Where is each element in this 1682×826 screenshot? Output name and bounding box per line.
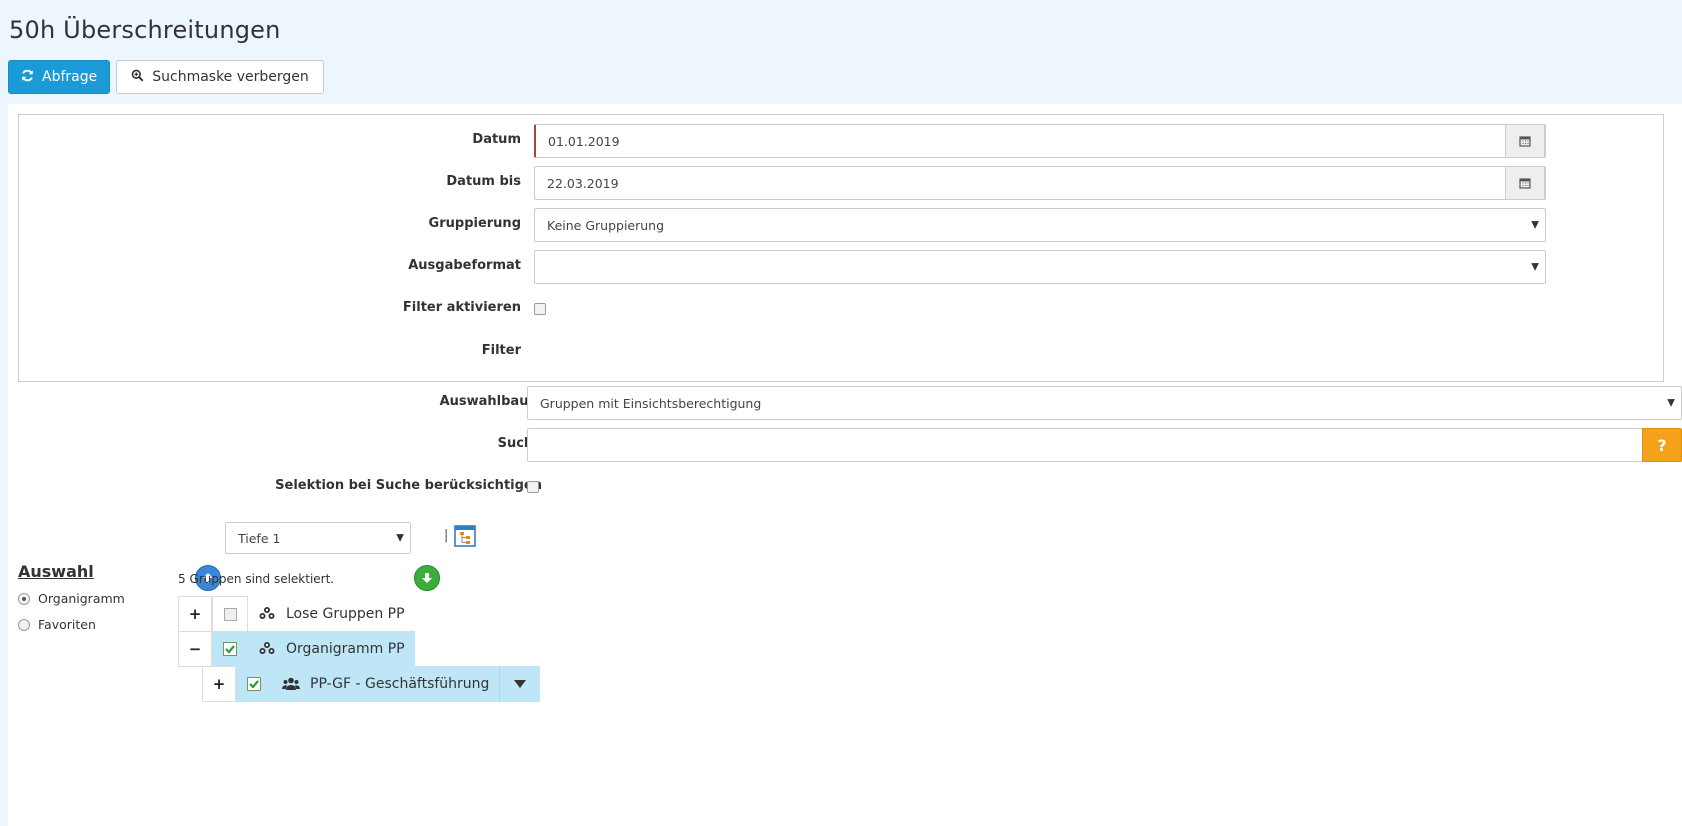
- tree-node-label: PP-GF - Geschäftsführung: [310, 676, 490, 692]
- groups-icon: [259, 607, 275, 619]
- expand-button[interactable]: +: [202, 666, 236, 702]
- output-format-label: Ausgabeformat: [408, 258, 521, 273]
- zoom-in-icon: [131, 69, 144, 86]
- filter-enable-checkbox[interactable]: [534, 303, 546, 315]
- tree-select[interactable]: Gruppen mit Einsichtsberechtigung ▼: [527, 386, 1682, 420]
- main-content: Datum 01.01.2019 Datum bis 22.03.2019 Gr…: [8, 104, 1682, 826]
- tree-node-content[interactable]: PP-GF - Geschäftsführung: [272, 666, 500, 702]
- grouping-select[interactable]: Keine Gruppierung ▼: [534, 208, 1546, 242]
- tree-node-checkbox[interactable]: [212, 596, 248, 632]
- date-label: Datum: [472, 132, 521, 147]
- chevron-down-icon: ▼: [1531, 261, 1539, 273]
- users-icon: [282, 677, 300, 690]
- query-button-label: Abfrage: [42, 69, 98, 85]
- radio-label: Organigramm: [38, 591, 125, 606]
- hide-search-button[interactable]: Suchmaske verbergen: [116, 60, 324, 94]
- caret-down-icon: [514, 680, 527, 688]
- date-calendar-button[interactable]: [1505, 124, 1545, 158]
- toolbar: Abfrage Suchmaske verbergen: [8, 60, 324, 94]
- refresh-icon: [21, 69, 34, 86]
- tree-node-label: Lose Gruppen PP: [286, 606, 405, 622]
- calendar-icon: [1519, 178, 1531, 189]
- radio-label: Favoriten: [38, 617, 96, 632]
- toolbar-separator: |: [444, 528, 449, 543]
- date-to-value: 22.03.2019: [547, 175, 619, 191]
- tree-value: Gruppen mit Einsichtsberechtigung: [540, 395, 762, 411]
- chevron-down-icon: ▼: [1531, 219, 1539, 231]
- groups-icon: [259, 642, 275, 654]
- search-help-button[interactable]: ?: [1642, 428, 1682, 462]
- filter-enable-label: Filter aktivieren: [402, 300, 521, 315]
- org-chart-icon[interactable]: [454, 525, 476, 547]
- radio-button[interactable]: [18, 618, 30, 631]
- checkbox-checked-icon: [223, 642, 237, 656]
- search-form-panel: Datum 01.01.2019 Datum bis 22.03.2019 Gr…: [18, 114, 1664, 382]
- tree-node-pp-gf[interactable]: + PP-GF - Geschäftsführung: [202, 666, 541, 702]
- date-value: 01.01.2019: [548, 133, 620, 149]
- radio-organigramm[interactable]: Organigramm: [18, 591, 125, 606]
- respect-selection-checkbox[interactable]: [527, 481, 539, 493]
- grouping-label: Gruppierung: [428, 216, 521, 231]
- expand-button[interactable]: +: [178, 596, 212, 632]
- calendar-icon: [1519, 136, 1531, 147]
- date-to-label: Datum bis: [446, 174, 521, 189]
- output-format-select[interactable]: ▼: [534, 250, 1546, 284]
- tree-node-content[interactable]: Lose Gruppen PP: [248, 596, 415, 632]
- query-button[interactable]: Abfrage: [8, 60, 111, 94]
- search-input[interactable]: [527, 428, 1643, 462]
- page-title: 50h Überschreitungen: [9, 16, 281, 44]
- tree-node-checkbox[interactable]: [236, 666, 272, 702]
- tree-node-checkbox[interactable]: [212, 631, 248, 667]
- radio-button[interactable]: [18, 592, 30, 605]
- date-input[interactable]: 01.01.2019: [534, 124, 1546, 158]
- depth-select[interactable]: Tiefe 1 ▼: [225, 522, 411, 554]
- depth-value: Tiefe 1: [238, 530, 281, 546]
- tree-node-content[interactable]: Organigramm PP: [248, 631, 415, 667]
- arrow-down-icon[interactable]: [414, 565, 440, 591]
- checkbox-checked-icon: [247, 677, 261, 691]
- respect-selection-label: Selektion bei Suche berücksichtigen: [275, 478, 542, 493]
- date-to-calendar-button[interactable]: [1505, 166, 1545, 200]
- collapse-button[interactable]: −: [178, 631, 212, 667]
- selection-title: Auswahl: [18, 562, 94, 581]
- tree-node-label: Organigramm PP: [286, 641, 405, 657]
- checkbox-empty-icon: [223, 607, 237, 621]
- node-menu-button[interactable]: [499, 666, 541, 702]
- date-to-input[interactable]: 22.03.2019: [534, 166, 1546, 200]
- selection-status: 5 Gruppen sind selektiert.: [178, 572, 335, 586]
- tree-node-lose-gruppen[interactable]: + Lose Gruppen PP: [178, 596, 415, 632]
- chevron-down-icon: ▼: [396, 532, 404, 544]
- hide-search-button-label: Suchmaske verbergen: [152, 69, 309, 85]
- radio-favoriten[interactable]: Favoriten: [18, 617, 96, 632]
- chevron-down-icon: ▼: [1667, 397, 1675, 409]
- tree-node-organigramm[interactable]: − Organigramm PP: [178, 631, 415, 667]
- grouping-value: Keine Gruppierung: [547, 217, 665, 233]
- filter-label: Filter: [481, 343, 521, 358]
